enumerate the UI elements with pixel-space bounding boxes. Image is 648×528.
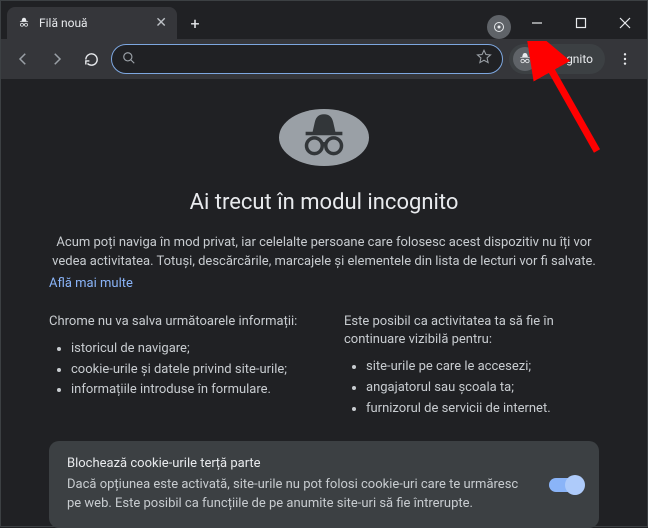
not-saved-heading: Chrome nu va salva următoarele informați… — [49, 313, 304, 331]
cookie-body: Dacă opțiunea este activată, site-urile … — [67, 476, 529, 514]
window-controls — [515, 7, 647, 39]
minimize-button[interactable] — [515, 7, 559, 39]
not-saved-column: Chrome nu va salva următoarele informați… — [49, 313, 304, 420]
window-titlebar: Filă nouă ✕ + — [1, 1, 647, 39]
maximize-button[interactable] — [559, 7, 603, 39]
tab-active[interactable]: Filă nouă ✕ — [7, 7, 177, 39]
visible-to-column: Este posibil ca activitatea ta să fie în… — [344, 313, 599, 420]
menu-button[interactable] — [611, 45, 639, 73]
list-item: furnizorul de servicii de internet. — [366, 399, 599, 420]
list-item: informațiile introduse în formulare. — [71, 380, 304, 401]
search-icon — [122, 50, 136, 69]
incognito-badge[interactable]: Incognito — [509, 44, 605, 74]
cookie-toggle[interactable] — [549, 478, 583, 492]
incognito-icon — [513, 47, 537, 71]
address-bar[interactable] — [111, 44, 503, 74]
profile-icon[interactable] — [487, 15, 511, 39]
incognito-hero-icon — [279, 109, 369, 166]
tab-strip: Filă nouă ✕ + — [1, 7, 487, 39]
visible-to-heading: Este posibil ca activitatea ta să fie în… — [344, 313, 599, 349]
close-window-button[interactable] — [603, 7, 647, 39]
forward-button[interactable] — [43, 45, 71, 73]
page-heading: Ai trecut în modul incognito — [190, 190, 459, 215]
page-content: Ai trecut în modul incognito Acum poți n… — [1, 79, 647, 528]
cookie-title: Blochează cookie-urile terță parte — [67, 455, 529, 474]
tab-title: Filă nouă — [39, 16, 147, 30]
incognito-icon — [17, 16, 31, 30]
new-tab-button[interactable]: + — [181, 9, 209, 37]
cookie-card: Blochează cookie-urile terță parte Dacă … — [49, 441, 599, 528]
learn-more-link[interactable]: Află mai multe — [49, 276, 133, 291]
reload-button[interactable] — [77, 45, 105, 73]
intro-text: Acum poți naviga în mod privat, iar cele… — [44, 233, 604, 272]
list-item: angajatorul sau școala ta; — [366, 378, 599, 399]
list-item: site-urile pe care le accesezi; — [366, 357, 599, 378]
incognito-label: Incognito — [543, 52, 593, 66]
bookmark-icon[interactable] — [476, 49, 492, 69]
info-columns: Chrome nu va salva următoarele informați… — [41, 313, 607, 420]
toolbar: Incognito — [1, 39, 647, 79]
search-input[interactable] — [144, 52, 468, 67]
list-item: istoricul de navigare; — [71, 339, 304, 360]
back-button[interactable] — [9, 45, 37, 73]
list-item: cookie-urile și datele privind site-uril… — [71, 360, 304, 381]
close-icon[interactable]: ✕ — [155, 16, 167, 30]
